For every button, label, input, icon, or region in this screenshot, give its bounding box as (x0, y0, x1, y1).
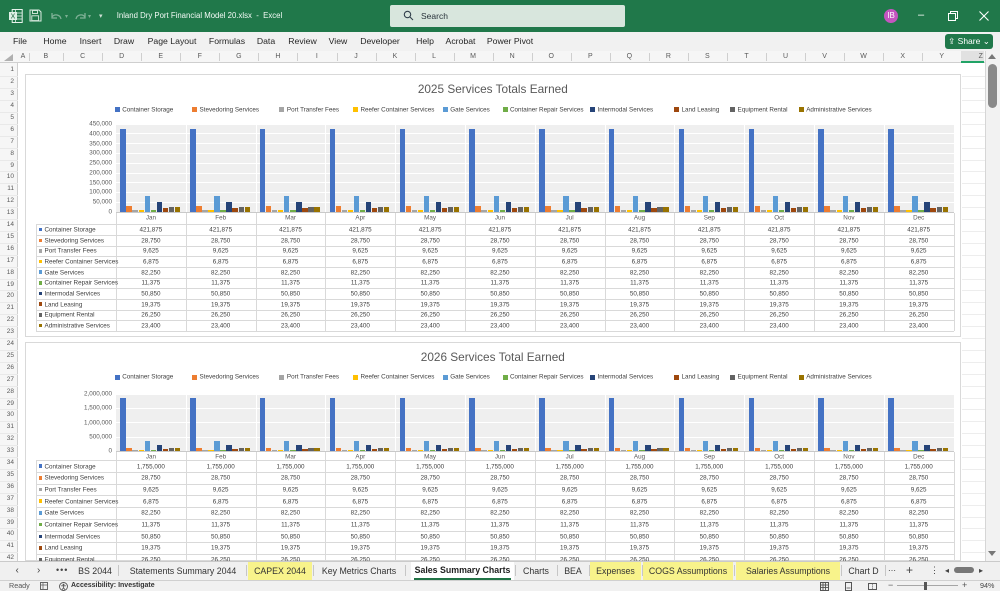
svg-text:X: X (11, 13, 16, 20)
